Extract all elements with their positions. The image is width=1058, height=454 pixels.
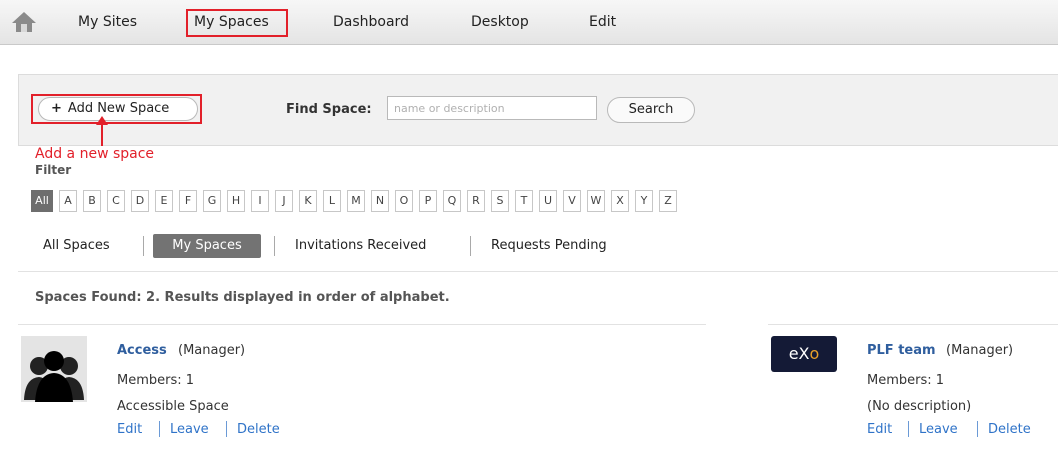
filter-letter-e[interactable]: E	[155, 190, 173, 212]
nav-my-sites[interactable]: My Sites	[78, 14, 137, 30]
leave-space-link[interactable]: Leave	[170, 422, 209, 437]
filter-letter-q[interactable]: Q	[443, 190, 461, 212]
space-name-link[interactable]: PLF team	[867, 343, 936, 358]
space-role: (Manager)	[946, 343, 1014, 358]
nav-dashboard[interactable]: Dashboard	[333, 14, 409, 30]
my-spaces-highlight-box	[186, 9, 288, 37]
add-space-highlight-box	[31, 94, 202, 124]
edit-space-link[interactable]: Edit	[117, 422, 142, 437]
home-icon[interactable]	[11, 11, 37, 33]
filter-letter-p[interactable]: P	[419, 190, 437, 212]
divider	[768, 324, 1058, 325]
filter-letter-i[interactable]: I	[251, 190, 269, 212]
space-name-link[interactable]: Access	[117, 343, 167, 358]
space-members: Members: 1	[867, 373, 945, 388]
tab-separator	[143, 236, 144, 256]
find-space-input[interactable]	[387, 96, 597, 120]
results-summary: Spaces Found: 2. Results displayed in or…	[35, 290, 450, 305]
nav-edit[interactable]: Edit	[589, 14, 616, 30]
filter-letter-n[interactable]: N	[371, 190, 389, 212]
edit-space-link[interactable]: Edit	[867, 422, 892, 437]
tab-all-spaces[interactable]: All Spaces	[43, 238, 110, 253]
find-space-label: Find Space:	[286, 102, 372, 117]
filter-letter-d[interactable]: D	[131, 190, 149, 212]
filter-letter-k[interactable]: K	[299, 190, 317, 212]
group-silhouette-icon	[24, 351, 84, 402]
add-space-annotation: Add a new space	[35, 146, 155, 162]
filter-letter-a[interactable]: A	[59, 190, 77, 212]
space-members: Members: 1	[117, 373, 195, 388]
filter-letter-o[interactable]: O	[395, 190, 413, 212]
exo-logo: eXo	[771, 336, 837, 372]
filter-letter-c[interactable]: C	[107, 190, 125, 212]
tab-invitations-received[interactable]: Invitations Received	[295, 238, 426, 253]
filter-letter-s[interactable]: S	[491, 190, 509, 212]
filter-letter-t[interactable]: T	[515, 190, 533, 212]
exo-logo-text: eXo	[788, 344, 820, 363]
filter-letter-r[interactable]: R	[467, 190, 485, 212]
space-description: (No description)	[867, 399, 972, 414]
filter-letter-h[interactable]: H	[227, 190, 245, 212]
link-separator	[908, 421, 909, 437]
nav-desktop[interactable]: Desktop	[471, 14, 529, 30]
filter-letter-x[interactable]: X	[611, 190, 629, 212]
filter-title: Filter	[35, 163, 72, 177]
filter-letter-l[interactable]: L	[323, 190, 341, 212]
filter-letter-all[interactable]: All	[31, 190, 53, 212]
filter-letter-w[interactable]: W	[587, 190, 605, 212]
filter-letter-v[interactable]: V	[563, 190, 581, 212]
tab-separator	[470, 236, 471, 256]
divider	[18, 271, 1058, 272]
tab-my-spaces[interactable]: My Spaces	[153, 234, 261, 258]
space-role: (Manager)	[178, 343, 246, 358]
leave-space-link[interactable]: Leave	[919, 422, 958, 437]
filter-letter-z[interactable]: Z	[659, 190, 677, 212]
link-separator	[977, 421, 978, 437]
divider	[18, 324, 706, 325]
link-separator	[159, 421, 160, 437]
delete-space-link[interactable]: Delete	[988, 422, 1031, 437]
tab-requests-pending[interactable]: Requests Pending	[491, 238, 607, 253]
filter-letter-j[interactable]: J	[275, 190, 293, 212]
annotation-arrow-head	[96, 116, 108, 125]
space-description: Accessible Space	[117, 399, 229, 414]
filter-letter-y[interactable]: Y	[635, 190, 653, 212]
filter-letter-m[interactable]: M	[347, 190, 365, 212]
top-navigation-bar: My Sites My Spaces Dashboard Desktop Edi…	[0, 0, 1058, 45]
delete-space-link[interactable]: Delete	[237, 422, 280, 437]
filter-letter-g[interactable]: G	[203, 190, 221, 212]
space-avatar	[21, 336, 87, 402]
filter-letter-f[interactable]: F	[179, 190, 197, 212]
search-button[interactable]: Search	[607, 97, 695, 123]
filter-letter-u[interactable]: U	[539, 190, 557, 212]
link-separator	[226, 421, 227, 437]
filter-letter-b[interactable]: B	[83, 190, 101, 212]
tab-separator	[274, 236, 275, 256]
